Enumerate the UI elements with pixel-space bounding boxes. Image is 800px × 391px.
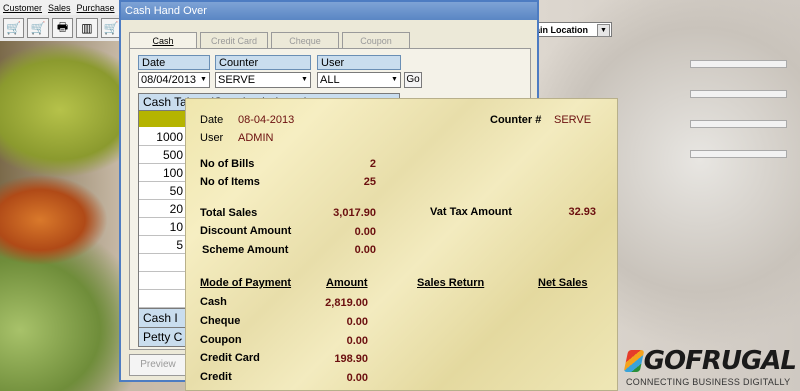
window-title: Cash Hand Over (121, 2, 537, 20)
payment-amount: 198.90 (334, 353, 368, 365)
grid-row[interactable]: 100 (139, 164, 185, 182)
counter-label: Counter (215, 55, 311, 70)
date-label: Date (138, 55, 210, 70)
net-sales-header: Net Sales (538, 277, 588, 289)
chevron-down-icon[interactable]: ▼ (199, 75, 208, 85)
selected-cell[interactable] (139, 111, 185, 127)
logo-tagline: CONNECTING BUSINESS DIGITALLY (626, 377, 791, 387)
discount-label: Discount Amount (200, 225, 292, 237)
grid-row[interactable]: 20 (139, 200, 185, 218)
preview-button[interactable]: Preview (129, 354, 187, 376)
printer-icon[interactable]: 🖶 (51, 18, 74, 38)
payment-mode: Coupon (200, 334, 242, 346)
items-value: 25 (363, 176, 376, 188)
tab-strip: Cash Credit Card Cheque Coupon (129, 32, 413, 49)
user-value: ADMIN (238, 132, 274, 144)
total-sales-label: Total Sales (200, 207, 258, 219)
grid-row[interactable]: 5 (139, 236, 185, 254)
user-label: User (200, 132, 224, 144)
grid-row[interactable] (139, 290, 185, 308)
vat-label: Vat Tax Amount (430, 206, 512, 218)
menu-item-customer[interactable]: Customer (3, 3, 42, 13)
logo-name: GOFRUGAL (643, 346, 797, 376)
payment-amount: 0.00 (346, 335, 368, 347)
mode-header: Mode of Payment (200, 277, 292, 289)
shelf (690, 90, 787, 98)
vat-value: 32.93 (568, 206, 596, 218)
location-label: ain Location (535, 24, 589, 35)
cart-icon[interactable]: 🛒 (3, 18, 25, 38)
counter-select[interactable]: SERVE ▼ (215, 72, 311, 88)
amount-header: Amount (326, 277, 368, 289)
grid-row[interactable]: 500 (139, 146, 185, 164)
menu-item-purchase[interactable]: Purchase (77, 3, 115, 13)
shelf (690, 120, 787, 128)
grid-footer: Cash I (139, 308, 185, 327)
logo-mark-icon (623, 350, 644, 372)
payment-amount: 0.00 (346, 316, 368, 328)
bills-label: No of Bills (200, 158, 255, 170)
toolbar: 🛒 🛒 🖶 ▥ 🛒 (0, 15, 123, 41)
user-select[interactable]: ALL ▼ (317, 72, 401, 88)
go-button[interactable]: Go (404, 72, 422, 88)
grid-row[interactable]: 50 (139, 182, 185, 200)
payment-mode: Credit Card (200, 352, 260, 364)
barcode-icon[interactable]: ▥ (76, 18, 98, 38)
shelf (690, 60, 787, 68)
payment-mode: Credit (200, 371, 232, 383)
user-label: User (317, 55, 401, 70)
tab-credit-card[interactable]: Credit Card (200, 32, 268, 49)
date-value: 08-04-2013 (238, 114, 295, 126)
counter-label: Counter # (490, 114, 542, 126)
tab-cheque[interactable]: Cheque (271, 32, 339, 49)
chevron-down-icon[interactable]: ▼ (597, 24, 610, 37)
scheme-value: 0.00 (354, 244, 376, 256)
sales-return-header: Sales Return (417, 277, 485, 289)
counter-value: SERVE (554, 114, 592, 126)
items-label: No of Items (200, 176, 260, 188)
payment-mode: Cash (200, 296, 227, 308)
date-picker[interactable]: 08/04/2013 ▼ (138, 72, 210, 88)
grid-row[interactable]: 1000 (139, 128, 185, 146)
total-sales-value: 3,017.90 (333, 207, 376, 219)
cart-icon[interactable]: 🛒 (27, 18, 49, 38)
tab-cash[interactable]: Cash (129, 32, 197, 49)
shelf (690, 150, 787, 158)
payment-amount: 0.00 (346, 372, 368, 384)
payment-amount: 2,819.00 (325, 297, 368, 309)
discount-value: 0.00 (354, 226, 376, 238)
cash-report-panel: Date 08-04-2013 Counter # SERVE User ADM… (185, 98, 618, 391)
payment-mode: Cheque (200, 315, 241, 327)
menu-item-sales[interactable]: Sales (48, 3, 71, 13)
brand-logo: GOFRUGAL CONNECTING BUSINESS DIGITALLY (623, 346, 797, 387)
scheme-label: Scheme Amount (202, 244, 289, 256)
chevron-down-icon[interactable]: ▼ (390, 75, 399, 85)
chevron-down-icon[interactable]: ▼ (300, 75, 309, 85)
grid-footer: Petty C (139, 327, 185, 346)
bills-value: 2 (369, 158, 376, 170)
tab-coupon[interactable]: Coupon (342, 32, 410, 49)
date-label: Date (200, 114, 224, 126)
location-select[interactable]: ain Location ▼ (530, 22, 612, 37)
grid-row[interactable]: 10 (139, 218, 185, 236)
grid-row[interactable] (139, 272, 185, 290)
grid-row[interactable] (139, 254, 185, 272)
menu-bar: Customer Sales Purchase (0, 0, 125, 15)
